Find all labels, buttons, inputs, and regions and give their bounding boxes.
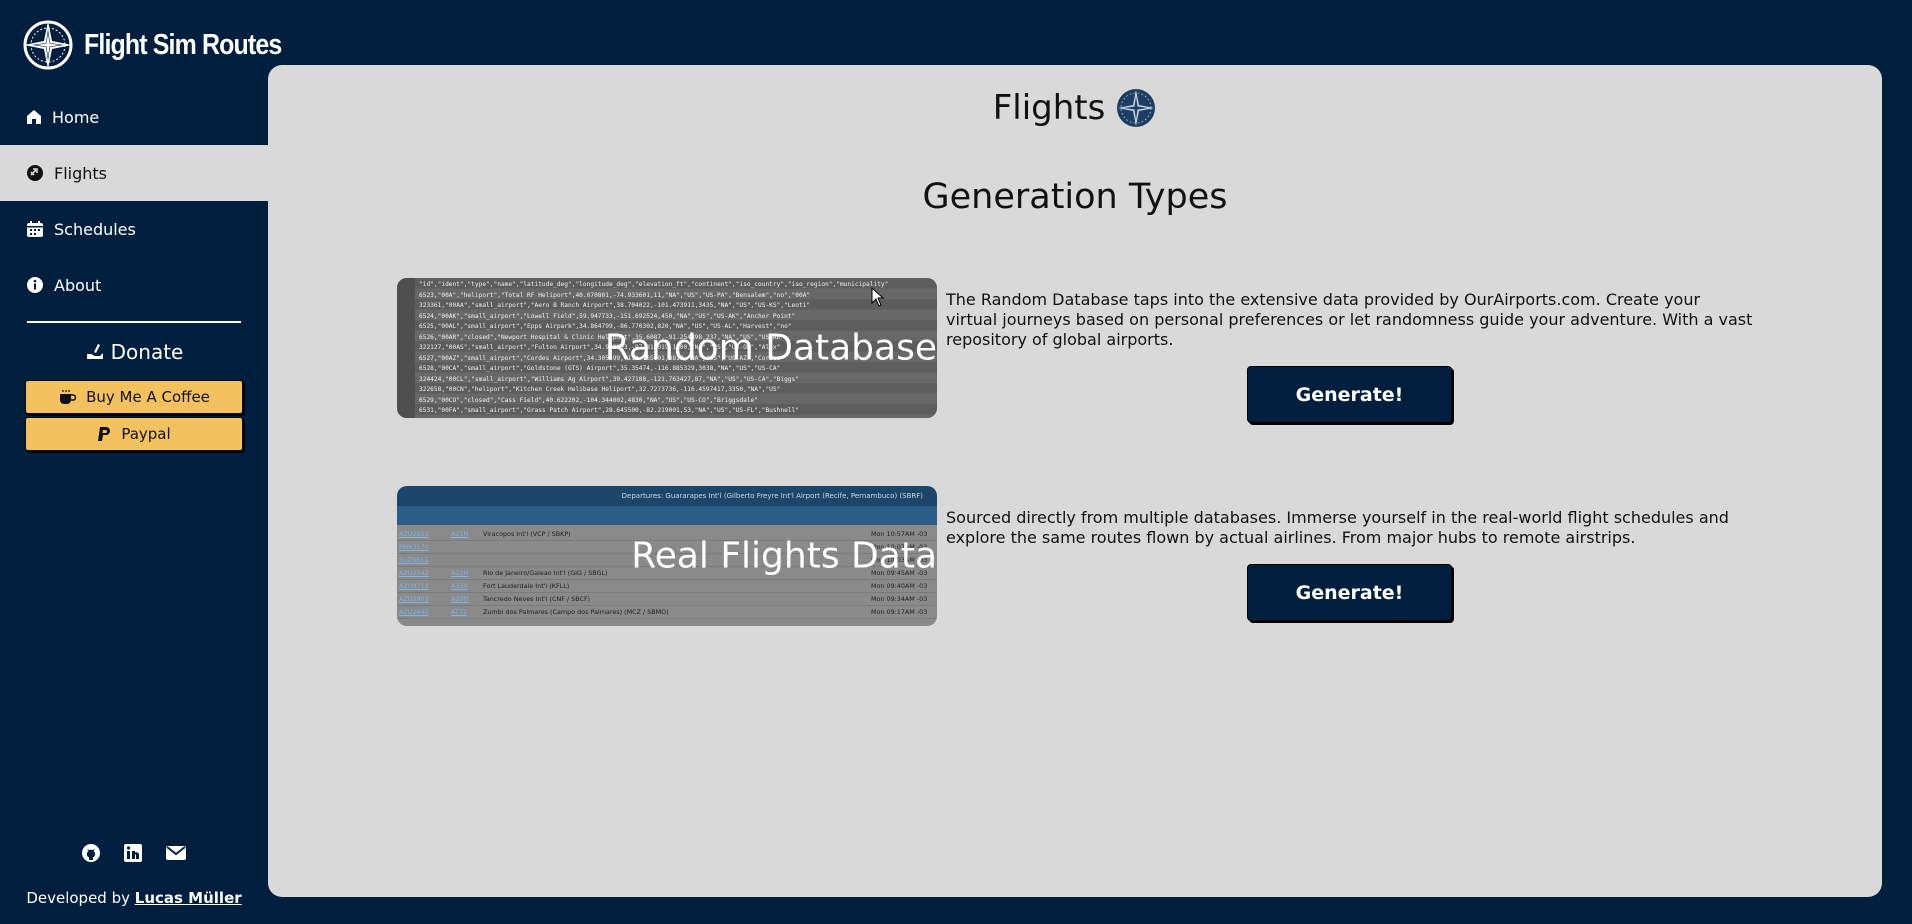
mail-icon — [166, 846, 186, 860]
app-logo[interactable]: Flight Sim Routes — [22, 18, 314, 72]
linkedin-icon — [124, 844, 142, 862]
sidebar-item-home[interactable]: Home — [0, 89, 268, 145]
compass-icon — [1117, 89, 1156, 127]
app-title: Flight Sim Routes — [84, 28, 282, 61]
coffee-icon — [60, 390, 77, 404]
calendar-icon — [27, 221, 43, 237]
github-icon — [82, 844, 100, 862]
sidebar-item-about[interactable]: About — [0, 257, 268, 313]
real-flights-data-generate-button[interactable]: Generate! — [1247, 564, 1452, 621]
developer-link[interactable]: Lucas Müller — [135, 889, 242, 907]
section-title: Generation Types — [922, 177, 1228, 217]
donate-hand-icon — [86, 344, 103, 359]
sidebar: Flight Sim Routes Home Flights Schedules… — [0, 0, 282, 924]
plane-circle-icon — [27, 165, 43, 181]
linkedin-link[interactable] — [123, 843, 143, 863]
mouse-cursor-icon — [871, 287, 885, 307]
paypal-label: Paypal — [121, 425, 171, 443]
sidebar-divider — [27, 321, 241, 323]
random-database-label: Random Database — [604, 327, 937, 369]
random-database-card[interactable]: "id","ident","type","name","latitude_deg… — [397, 278, 937, 418]
compass-logo-icon — [23, 20, 73, 70]
real-flights-data-label: Real Flights Data — [631, 535, 937, 577]
donate-label: Donate — [110, 340, 184, 364]
social-links — [0, 843, 268, 863]
sidebar-item-label: Schedules — [54, 219, 136, 239]
donate-heading: Donate — [0, 340, 268, 364]
developer-credit: Developed by Lucas Müller — [0, 889, 268, 907]
paypal-button[interactable]: Paypal — [25, 417, 243, 451]
credit-prefix: Developed by — [26, 889, 130, 907]
mail-link[interactable] — [165, 843, 187, 863]
paypal-icon — [98, 427, 111, 441]
github-link[interactable] — [81, 843, 101, 863]
main-panel: Flights Generation Types "id","ident","t… — [268, 65, 1882, 897]
home-icon — [27, 110, 41, 124]
real-flights-data-description: Sourced directly from multiple databases… — [946, 508, 1729, 547]
random-database-generate-button[interactable]: Generate! — [1247, 366, 1452, 423]
sidebar-nav: Home Flights Schedules About — [0, 89, 268, 313]
real-flights-data-card[interactable]: Departures: Guararapes Int'l (Gilberto F… — [397, 486, 937, 626]
buy-me-a-coffee-label: Buy Me A Coffee — [86, 388, 210, 406]
sidebar-item-flights[interactable]: Flights — [0, 145, 268, 201]
info-icon — [27, 277, 43, 293]
page-title: Flights — [268, 87, 1882, 129]
sidebar-item-label: About — [54, 275, 102, 295]
sidebar-item-schedules[interactable]: Schedules — [0, 201, 268, 257]
page-title-text: Flights — [992, 88, 1106, 128]
buy-me-a-coffee-button[interactable]: Buy Me A Coffee — [25, 380, 243, 414]
sidebar-item-label: Flights — [54, 163, 107, 183]
sidebar-item-label: Home — [52, 107, 100, 127]
random-database-description: The Random Database taps into the extens… — [946, 290, 1753, 349]
